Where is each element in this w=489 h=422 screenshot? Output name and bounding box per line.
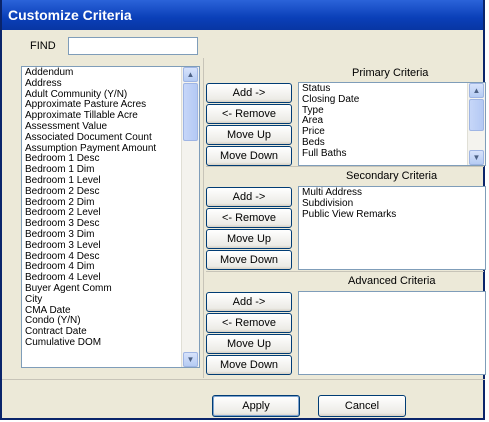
secondary-move-up-button[interactable]: Move Up	[206, 229, 292, 249]
list-item[interactable]: Public View Remarks	[302, 209, 482, 221]
primary-criteria-list[interactable]: Status Closing Date Type Area Price Beds Full …	[298, 82, 486, 166]
list-item[interactable]: Price	[302, 126, 467, 138]
cancel-button[interactable]: Cancel	[318, 395, 406, 417]
list-item[interactable]: Address	[25, 78, 181, 90]
scroll-thumb[interactable]	[183, 83, 198, 141]
scroll-up-arrow-icon[interactable]: ▲	[469, 83, 484, 98]
advanced-move-down-button[interactable]: Move Down	[206, 355, 292, 375]
secondary-add-button[interactable]: Add ->	[206, 187, 292, 207]
scroll-down-arrow-icon[interactable]: ▼	[183, 352, 198, 367]
apply-button[interactable]: Apply	[212, 395, 300, 417]
find-label: FIND	[30, 40, 56, 52]
secondary-criteria-title: Secondary Criteria	[346, 170, 438, 182]
primary-move-up-button[interactable]: Move Up	[206, 125, 292, 145]
advanced-criteria-title: Advanced Criteria	[348, 275, 436, 287]
list-item[interactable]: Buyer Agent Comm	[25, 283, 181, 295]
secondary-remove-button[interactable]: <- Remove	[206, 208, 292, 228]
list-item[interactable]: Full Baths	[302, 148, 467, 160]
title-bar[interactable]: Customize Criteria	[2, 0, 483, 30]
advanced-remove-button[interactable]: <- Remove	[206, 313, 292, 333]
list-item[interactable]: City	[25, 294, 181, 306]
list-item[interactable]: Type	[302, 105, 467, 117]
fields-scrollbar[interactable]: ▲ ▼	[181, 67, 199, 367]
scroll-up-arrow-icon[interactable]: ▲	[183, 67, 198, 82]
available-fields-items: Addendum Address Adult Community (Y/N) Appr…	[25, 67, 181, 349]
customize-criteria-window: Customize Criteria FIND Addendum Address A…	[0, 0, 486, 420]
find-panel: FIND	[8, 33, 203, 61]
list-item[interactable]: Area	[302, 116, 467, 127]
advanced-move-up-button[interactable]: Move Up	[206, 334, 292, 354]
scroll-down-arrow-icon[interactable]: ▼	[469, 150, 484, 165]
list-item[interactable]: Bedroom 2 Desc	[25, 186, 181, 198]
list-item[interactable]: Associated Document Count	[25, 132, 181, 144]
primary-criteria-items: Status Closing Date Type Area Price Beds Full …	[302, 83, 467, 160]
secondary-criteria-items: Multi Address Subdivision Public View Rema…	[302, 187, 482, 221]
list-item[interactable]: Closing Date	[302, 94, 467, 106]
section-divider	[206, 271, 484, 272]
panel-divider	[203, 58, 204, 378]
window-title: Customize Criteria	[8, 7, 132, 23]
list-item[interactable]: Cumulative DOM	[25, 337, 181, 349]
primary-remove-button[interactable]: <- Remove	[206, 104, 292, 124]
secondary-move-down-button[interactable]: Move Down	[206, 250, 292, 270]
list-item[interactable]: Subdivision	[302, 198, 482, 210]
primary-add-button[interactable]: Add ->	[206, 83, 292, 103]
advanced-add-button[interactable]: Add ->	[206, 292, 292, 312]
list-item[interactable]: Bedroom 3 Level	[25, 240, 181, 252]
advanced-criteria-list[interactable]	[298, 291, 486, 375]
primary-criteria-title: Primary Criteria	[352, 67, 429, 79]
primary-move-down-button[interactable]: Move Down	[206, 146, 292, 166]
primary-scrollbar[interactable]: ▲ ▼	[467, 83, 485, 165]
available-fields-list[interactable]: Addendum Address Adult Community (Y/N) Appr…	[21, 66, 200, 368]
secondary-criteria-list[interactable]: Multi Address Subdivision Public View Rema…	[298, 186, 486, 270]
scroll-thumb[interactable]	[469, 99, 484, 131]
find-input[interactable]	[68, 37, 198, 55]
section-divider	[206, 166, 484, 167]
footer-divider	[2, 379, 485, 380]
